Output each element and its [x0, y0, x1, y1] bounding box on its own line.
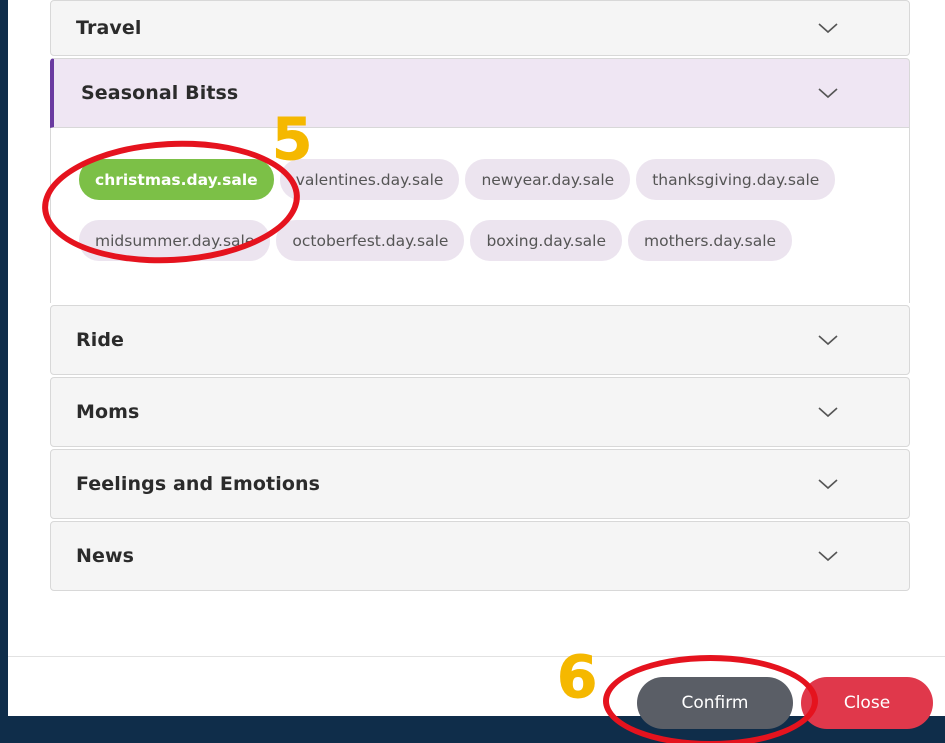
accordion-title: Feelings and Emotions — [76, 473, 321, 495]
tag-mothers-day-sale[interactable]: mothers.day.sale — [628, 220, 793, 261]
tag-christmas-day-sale[interactable]: christmas.day.sale — [79, 159, 274, 200]
tag-octoberfest-day-sale[interactable]: octoberfest.day.sale — [276, 220, 465, 261]
accordion-title: News — [76, 545, 135, 567]
accordion-header-ride[interactable]: Ride — [51, 306, 909, 374]
tag-valentines-day-sale[interactable]: valentines.day.sale — [279, 159, 460, 200]
chevron-down-icon[interactable] — [817, 329, 839, 351]
accordion-title: Moms — [76, 401, 140, 423]
chevron-down-icon[interactable] — [817, 545, 839, 567]
accordion-title: Travel — [76, 17, 142, 39]
accordion-item-moms[interactable]: Moms — [50, 377, 910, 447]
seasonal-tags-panel: christmas.day.sale valentines.day.sale n… — [50, 128, 910, 303]
accordion-header-moms[interactable]: Moms — [51, 378, 909, 446]
chevron-down-icon[interactable] — [817, 473, 839, 495]
tag-list: christmas.day.sale valentines.day.sale n… — [79, 159, 859, 281]
confirm-button[interactable]: Confirm — [637, 677, 793, 729]
accordion-header-travel[interactable]: Travel — [51, 0, 909, 55]
close-button[interactable]: Close — [801, 677, 933, 729]
accordion-header-seasonal-bitss[interactable]: Seasonal Bitss — [54, 59, 909, 127]
accordion-item-news[interactable]: News — [50, 521, 910, 591]
tag-midsummer-day-sale[interactable]: midsummer.day.sale — [79, 220, 271, 261]
accordion-item-travel[interactable]: Travel — [50, 0, 910, 56]
accordion-item-feelings-and-emotions[interactable]: Feelings and Emotions — [50, 449, 910, 519]
tag-boxing-day-sale[interactable]: boxing.day.sale — [470, 220, 622, 261]
accordion-title: Ride — [76, 329, 125, 351]
accordion-item-ride[interactable]: Ride — [50, 305, 910, 375]
tag-newyear-day-sale[interactable]: newyear.day.sale — [465, 159, 631, 200]
tag-thanksgiving-day-sale[interactable]: thanksgiving.day.sale — [636, 159, 836, 200]
accordion-title: Seasonal Bitss — [81, 82, 239, 104]
footer-divider — [8, 656, 945, 657]
tag-picker-modal: Travel Seasonal Bitss christmas.day.sale… — [8, 0, 945, 729]
accordion-header-news[interactable]: News — [51, 522, 909, 590]
category-accordion: Travel Seasonal Bitss christmas.day.sale… — [50, 0, 910, 593]
accordion-header-feelings-and-emotions[interactable]: Feelings and Emotions — [51, 450, 909, 518]
accordion-item-seasonal-bitss[interactable]: Seasonal Bitss — [50, 58, 910, 128]
chevron-down-icon[interactable] — [817, 82, 839, 104]
chevron-down-icon[interactable] — [817, 401, 839, 423]
chevron-down-icon[interactable] — [817, 17, 839, 39]
